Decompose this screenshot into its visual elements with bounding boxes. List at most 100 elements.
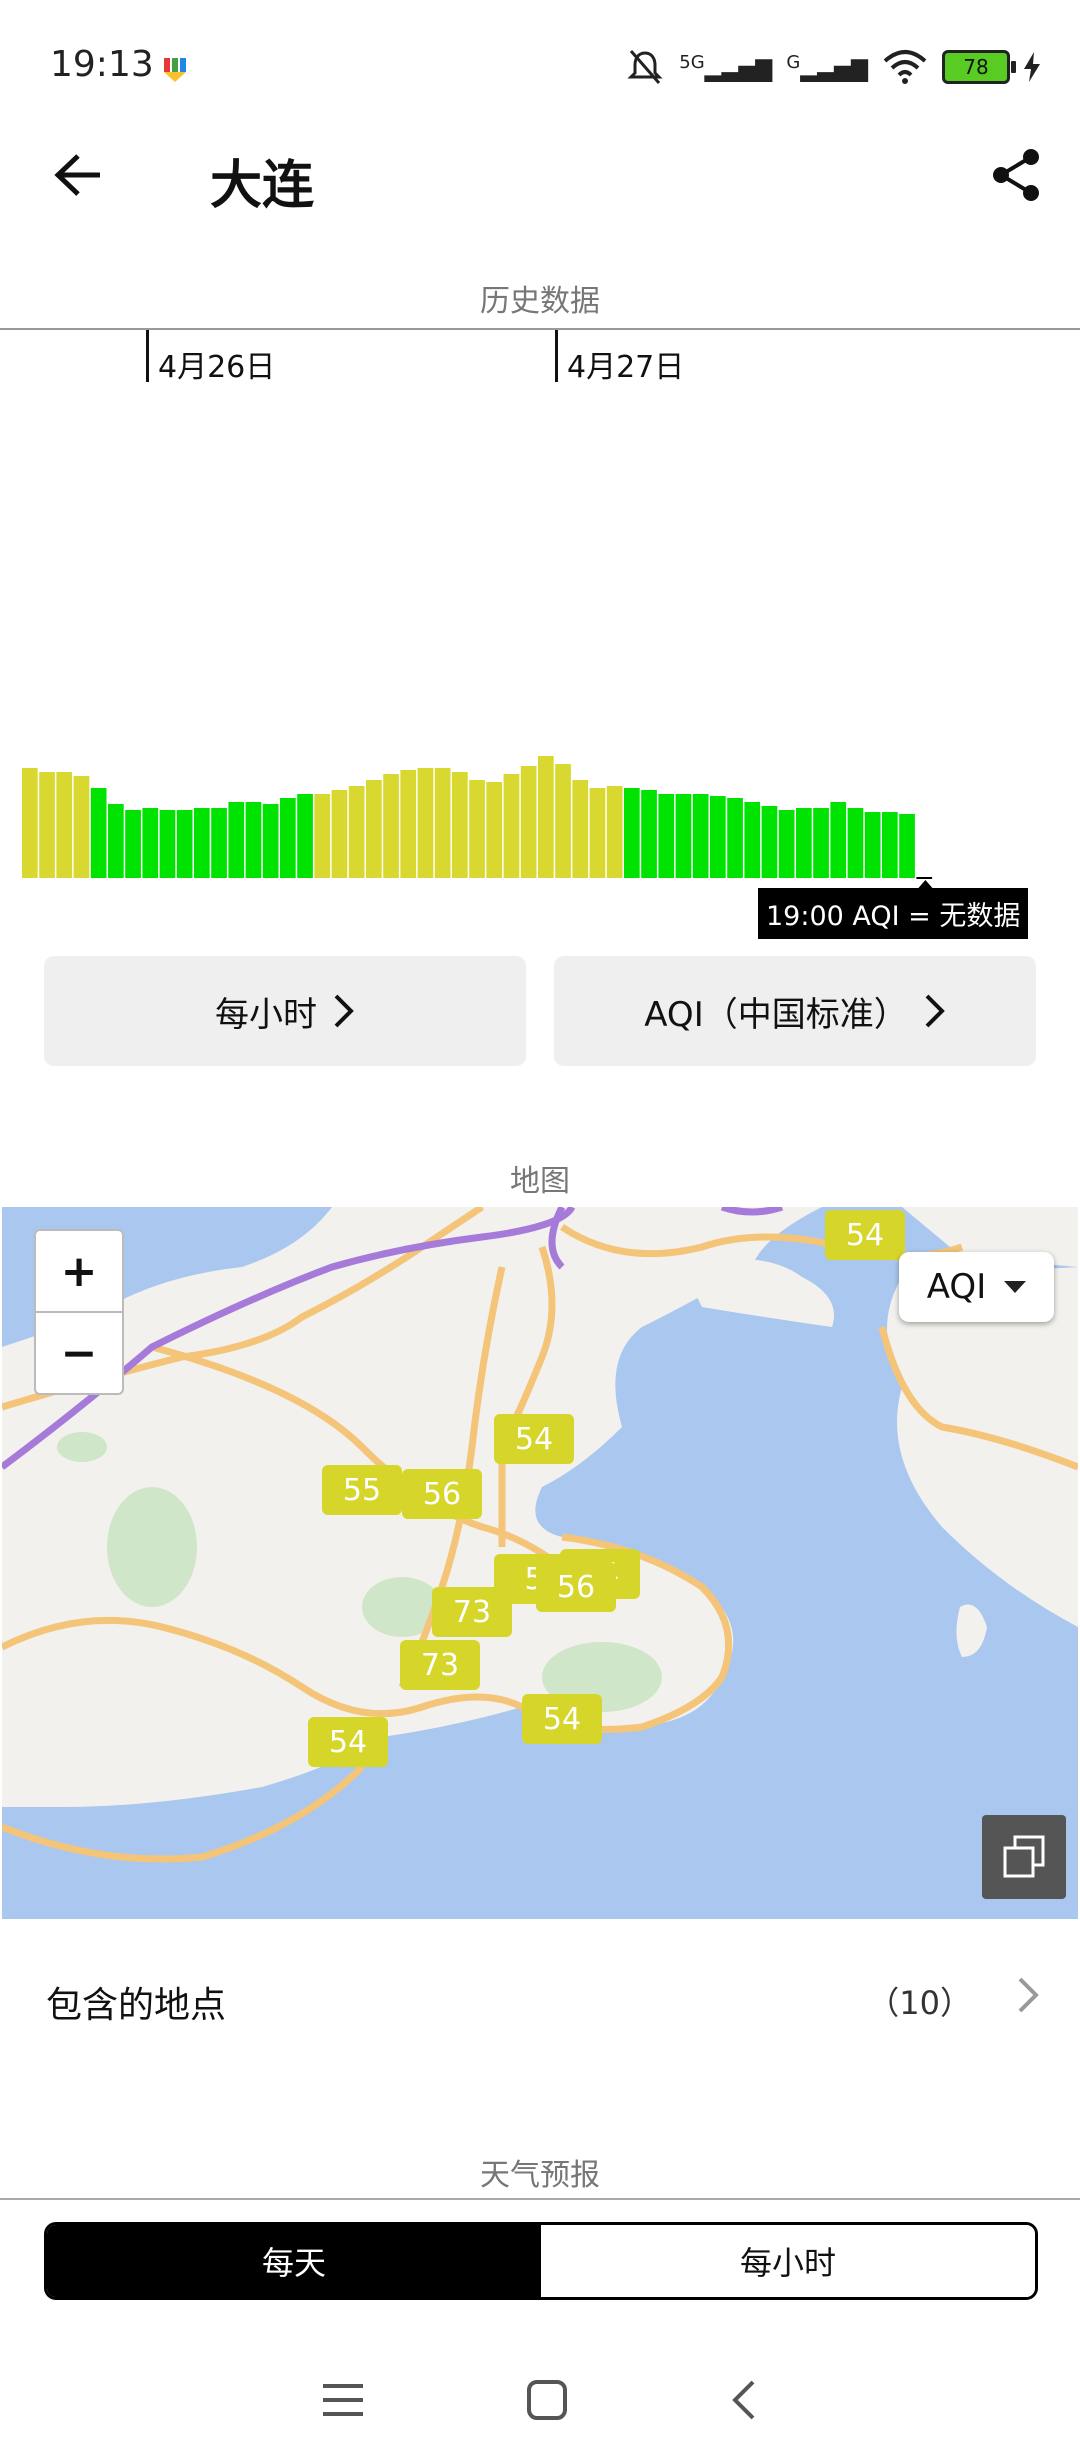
chart-bar[interactable] [469, 780, 485, 878]
chart-bar[interactable] [228, 802, 245, 878]
chart-bar[interactable] [108, 804, 124, 878]
forecast-interval-toggle[interactable]: 每天 每小时 [44, 2222, 1038, 2300]
chart-bar[interactable] [813, 808, 829, 878]
aqi-history-chart[interactable] [0, 330, 1080, 890]
chart-bar[interactable] [847, 808, 864, 878]
pollutant-dropdown[interactable]: AQI [899, 1252, 1054, 1322]
chart-bar[interactable] [434, 768, 451, 878]
home-icon[interactable] [525, 2378, 569, 2422]
share-button[interactable] [982, 140, 1052, 210]
aqi-marker[interactable]: 54 [308, 1717, 388, 1767]
standard-button[interactable]: AQI（中国标准） [554, 956, 1036, 1066]
chart-bar[interactable] [417, 768, 434, 878]
aqi-map[interactable]: + − 54 54 55 56 5 54 56 73 73 54 54 AQI [2, 1207, 1078, 1919]
menu-icon[interactable] [321, 2380, 365, 2420]
chart-bar[interactable] [142, 808, 159, 878]
chart-tooltip: 19:00 AQI = 无数据 [758, 888, 1029, 939]
chart-bar[interactable] [262, 804, 279, 878]
chart-bar[interactable] [710, 796, 726, 878]
chart-bar[interactable] [606, 786, 623, 878]
back-nav-icon[interactable] [729, 2378, 759, 2422]
chart-bar[interactable] [125, 810, 141, 878]
chart-bar[interactable] [692, 794, 709, 878]
chart-bar[interactable] [727, 798, 743, 878]
included-places-label[interactable]: 包含的地点 [46, 1976, 226, 2028]
aqi-marker[interactable]: 54 [825, 1210, 905, 1260]
chart-bar[interactable] [452, 772, 468, 878]
divider [0, 2198, 1080, 2200]
app-notification-icon [162, 54, 192, 88]
chart-bar[interactable] [245, 802, 262, 878]
aqi-marker[interactable]: 54 [522, 1694, 602, 1744]
zoom-in-button[interactable]: + [34, 1229, 124, 1313]
chart-bar[interactable] [314, 794, 331, 878]
chevron-right-icon[interactable] [1016, 1975, 1040, 2019]
interval-button[interactable]: 每小时 [44, 956, 526, 1066]
pollutant-dropdown-label: AQI [926, 1267, 987, 1307]
back-button[interactable] [44, 140, 114, 210]
aqi-marker[interactable]: 56 [402, 1469, 482, 1519]
chart-bar[interactable] [366, 780, 382, 878]
chart-bar[interactable] [589, 788, 606, 878]
page-title: 大连 [210, 156, 315, 216]
chart-bar[interactable] [882, 812, 898, 878]
chart-bar[interactable] [658, 794, 675, 878]
chart-bar[interactable] [744, 802, 761, 878]
status-icons: 5G▂▃▅▇ G▂▃▅▇ 78 [625, 40, 1040, 94]
aqi-marker[interactable]: 55 [322, 1465, 402, 1515]
chart-bar[interactable] [796, 808, 812, 878]
chart-bar[interactable] [331, 790, 348, 878]
share-icon [993, 149, 1039, 201]
standard-button-label: AQI（中国标准） [644, 994, 908, 1035]
included-places-count: （10） [867, 1984, 972, 2022]
chart-bar[interactable] [400, 770, 417, 878]
layers-button[interactable] [982, 1815, 1066, 1899]
chart-bar[interactable] [761, 806, 778, 878]
chart-bar[interactable] [520, 766, 537, 878]
chart-bar[interactable] [90, 788, 107, 878]
zoom-out-button[interactable]: − [34, 1311, 124, 1395]
map-section-title: 地图 [510, 1164, 570, 1199]
chart-bar[interactable] [572, 780, 589, 878]
chart-bar[interactable] [864, 812, 881, 878]
charging-icon [1024, 52, 1040, 82]
chart-bar[interactable] [503, 774, 520, 878]
aqi-marker[interactable]: 73 [400, 1640, 480, 1690]
chart-bar[interactable] [555, 764, 571, 878]
battery-icon: 78 [942, 50, 1016, 84]
chart-bar[interactable] [194, 808, 210, 878]
arrow-left-icon [54, 154, 100, 196]
tooltip-pointer [918, 880, 933, 888]
chart-bar[interactable] [176, 810, 193, 878]
aqi-marker[interactable]: 73 [432, 1587, 512, 1637]
wifi-icon [883, 50, 927, 84]
chart-bar[interactable] [538, 756, 554, 878]
chart-bar[interactable] [830, 802, 847, 878]
signal-g-icon: G▂▃▅▇ [786, 51, 868, 83]
chart-bar[interactable] [211, 808, 227, 878]
chart-bar[interactable] [56, 772, 73, 878]
chart-bar[interactable] [22, 768, 38, 878]
chart-bar[interactable] [159, 810, 176, 878]
aqi-marker[interactable]: 54 [494, 1414, 574, 1464]
chart-bar[interactable] [73, 776, 90, 878]
tab-daily[interactable]: 每天 [47, 2225, 541, 2297]
chart-bar[interactable] [280, 798, 296, 878]
signal-5g-icon: 5G▂▃▅▇ [679, 51, 773, 83]
chart-bar[interactable] [899, 814, 915, 878]
chevron-right-icon [334, 994, 354, 1028]
chart-bar[interactable] [383, 774, 399, 878]
caret-down-icon [1004, 1281, 1027, 1293]
chart-bar[interactable] [778, 810, 795, 878]
chart-bar[interactable] [348, 786, 365, 878]
chart-bar[interactable] [624, 788, 640, 878]
chart-bar[interactable] [486, 782, 503, 878]
chart-bar[interactable] [39, 772, 55, 878]
chart-bar[interactable] [297, 794, 313, 878]
layers-icon [1003, 1835, 1045, 1878]
aqi-marker[interactable]: 56 [536, 1562, 616, 1612]
chart-bar[interactable] [641, 790, 657, 878]
chevron-right-icon [925, 994, 945, 1028]
tab-hourly[interactable]: 每小时 [541, 2225, 1035, 2297]
chart-bar[interactable] [675, 794, 692, 878]
